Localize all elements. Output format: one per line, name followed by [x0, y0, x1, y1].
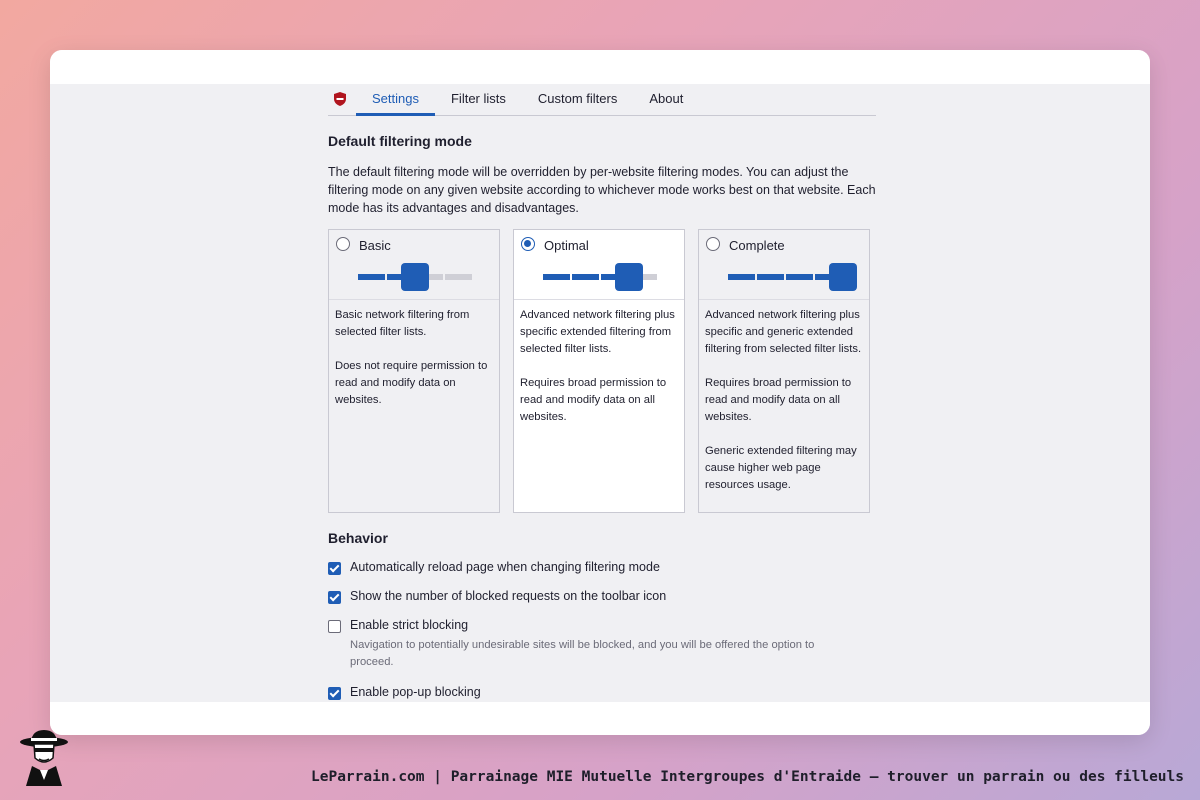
- mode-label-complete: Complete: [729, 238, 785, 253]
- mode-level-slider-complete: [728, 263, 857, 291]
- mode-label-basic: Basic: [359, 238, 391, 253]
- slider-knob[interactable]: [400, 263, 429, 291]
- option-show-blocked-count-label: Show the number of blocked requests on t…: [350, 589, 667, 603]
- tab-settings[interactable]: Settings: [356, 91, 435, 116]
- slider-segment: [757, 274, 784, 280]
- mode-optimal-text-2: Requires broad permission to read and mo…: [520, 377, 667, 423]
- settings-page: Settings Filter lists Custom filters Abo…: [328, 84, 876, 702]
- radio-complete[interactable]: [706, 237, 720, 251]
- filtering-mode-description: The default filtering mode will be overr…: [328, 165, 876, 215]
- option-popup-blocking[interactable]: Enable pop-up blocking: [328, 685, 876, 700]
- mode-complete-text-3: Generic extended filtering may cause hig…: [705, 445, 857, 491]
- shield-icon: [334, 92, 346, 106]
- checkbox-auto-reload[interactable]: [328, 562, 341, 575]
- mode-complete-text-1: Advanced network filtering plus specific…: [705, 309, 862, 355]
- filtering-mode-options: Basic Basic network filtering from selec…: [328, 229, 876, 513]
- tab-filter-lists[interactable]: Filter lists: [435, 91, 522, 115]
- option-strict-blocking-label: Enable strict blocking: [350, 618, 469, 632]
- mode-level-slider-basic: [358, 263, 472, 291]
- strict-blocking-description: Navigation to potentially undesirable si…: [350, 639, 815, 668]
- app-window: Settings Filter lists Custom filters Abo…: [50, 50, 1150, 735]
- filtering-mode-heading: Default filtering mode: [328, 133, 472, 149]
- slider-segment: [445, 274, 472, 280]
- slider-segment: [786, 274, 813, 280]
- option-popup-blocking-label: Enable pop-up blocking: [350, 685, 481, 699]
- tab-custom-filters[interactable]: Custom filters: [522, 91, 633, 115]
- slider-segment: [728, 274, 755, 280]
- option-auto-reload[interactable]: Automatically reload page when changing …: [328, 560, 876, 575]
- radio-optimal[interactable]: [521, 237, 535, 251]
- checkbox-popup-blocking[interactable]: [328, 687, 341, 700]
- spy-mascot-logo-icon: [20, 730, 68, 786]
- mode-basic-text-2: Does not require permission to read and …: [335, 360, 488, 406]
- tab-bar: Settings Filter lists Custom filters Abo…: [328, 84, 876, 116]
- mode-basic-text-1: Basic network filtering from selected fi…: [335, 309, 470, 338]
- window-bottom-bar: [50, 702, 1150, 735]
- option-auto-reload-label: Automatically reload page when changing …: [350, 560, 660, 574]
- mode-optimal-text-1: Advanced network filtering plus specific…: [520, 309, 675, 355]
- footer-caption: LeParrain.com | Parrainage MIE Mutuelle …: [311, 769, 1184, 785]
- option-show-blocked-count[interactable]: Show the number of blocked requests on t…: [328, 589, 876, 604]
- slider-knob[interactable]: [614, 263, 643, 291]
- checkbox-strict-blocking[interactable]: [328, 620, 341, 633]
- mode-card-optimal[interactable]: Optimal Advanced network filtering plus …: [513, 229, 685, 513]
- mode-label-optimal: Optimal: [544, 238, 589, 253]
- radio-basic[interactable]: [336, 237, 350, 251]
- tab-about[interactable]: About: [633, 91, 699, 115]
- mode-card-complete[interactable]: Complete Advanced network filtering plus…: [698, 229, 870, 513]
- mode-complete-text-2: Requires broad permission to read and mo…: [705, 377, 852, 423]
- slider-segment: [543, 274, 570, 280]
- behavior-heading: Behavior: [328, 530, 388, 546]
- slider-knob[interactable]: [828, 263, 857, 291]
- mode-card-basic[interactable]: Basic Basic network filtering from selec…: [328, 229, 500, 513]
- window-top-bar: [50, 50, 1150, 84]
- mode-level-slider-optimal: [543, 263, 657, 291]
- option-strict-blocking[interactable]: Enable strict blocking: [328, 618, 876, 633]
- slider-segment: [358, 274, 385, 280]
- checkbox-show-blocked-count[interactable]: [328, 591, 341, 604]
- slider-segment: [572, 274, 599, 280]
